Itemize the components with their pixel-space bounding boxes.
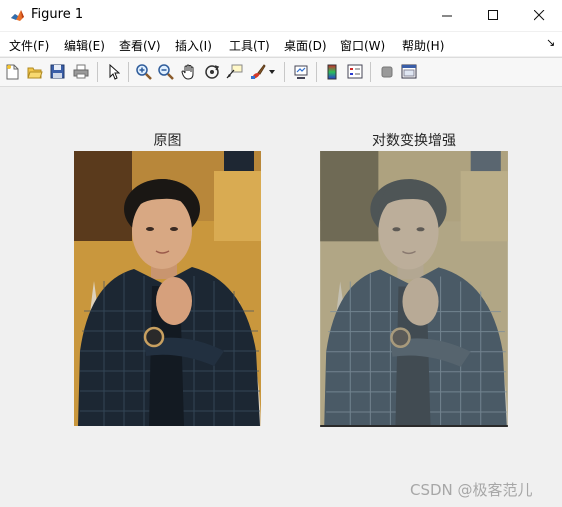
show-plot-tools-icon[interactable] bbox=[400, 63, 417, 80]
save-icon[interactable] bbox=[49, 63, 66, 80]
maximize-icon bbox=[487, 6, 499, 25]
minimize-icon bbox=[441, 6, 453, 25]
menu-bar: 文件(F) 编辑(E) 查看(V) 插入(I) 工具(T) 桌面(D) 窗口(W… bbox=[0, 32, 562, 56]
close-icon bbox=[533, 6, 545, 25]
enhanced-image-title: 对数变换增强 bbox=[372, 133, 456, 149]
menu-help[interactable]: 帮助(H) bbox=[402, 37, 444, 54]
original-image-title: 原图 bbox=[153, 133, 182, 149]
open-file-icon[interactable] bbox=[26, 63, 43, 80]
window-title: Figure 1 bbox=[31, 7, 84, 22]
original-image bbox=[74, 151, 261, 426]
zoom-in-icon[interactable] bbox=[135, 63, 152, 80]
toolbar-separator bbox=[370, 62, 371, 82]
title-bar[interactable]: Figure 1 bbox=[0, 0, 562, 31]
menu-window[interactable]: 窗口(W) bbox=[340, 37, 385, 54]
maximize-button[interactable] bbox=[470, 0, 516, 31]
hide-plot-tools-icon[interactable] bbox=[378, 63, 395, 80]
undock-arrow-icon[interactable]: ↘ bbox=[546, 36, 555, 49]
menu-tools[interactable]: 工具(T) bbox=[229, 37, 270, 54]
print-icon[interactable] bbox=[72, 63, 89, 80]
rotate-3d-icon[interactable] bbox=[203, 63, 220, 80]
brush-icon[interactable] bbox=[249, 63, 266, 80]
pan-hand-icon[interactable] bbox=[180, 63, 197, 80]
minimize-button[interactable] bbox=[424, 0, 470, 31]
link-plot-icon[interactable] bbox=[292, 63, 309, 80]
legend-icon[interactable] bbox=[346, 63, 363, 80]
menu-view[interactable]: 查看(V) bbox=[119, 37, 161, 54]
matlab-logo-icon bbox=[10, 8, 25, 23]
menu-file[interactable]: 文件(F) bbox=[9, 37, 49, 54]
colorbar-icon[interactable] bbox=[323, 63, 340, 80]
new-figure-icon[interactable] bbox=[4, 63, 21, 80]
menu-edit[interactable]: 编辑(E) bbox=[64, 37, 105, 54]
toolbar-separator bbox=[97, 62, 98, 82]
menu-insert[interactable]: 插入(I) bbox=[175, 37, 212, 54]
zoom-out-icon[interactable] bbox=[157, 63, 174, 80]
brush-dropdown-icon[interactable] bbox=[268, 63, 278, 80]
toolbar-separator bbox=[316, 62, 317, 82]
figure-window: Figure 1 文件(F) 编辑(E) 查看(V) 插入(I) 工具(T) 桌… bbox=[0, 0, 562, 507]
close-button[interactable] bbox=[516, 0, 562, 31]
toolbar-separator bbox=[128, 62, 129, 82]
pointer-icon[interactable] bbox=[105, 63, 122, 80]
data-cursor-icon[interactable] bbox=[226, 63, 243, 80]
figure-toolbar bbox=[0, 57, 562, 87]
menu-desktop[interactable]: 桌面(D) bbox=[284, 37, 327, 54]
toolbar-separator bbox=[284, 62, 285, 82]
enhanced-image bbox=[320, 151, 508, 427]
csdn-watermark: CSDN @极客范儿 bbox=[410, 481, 533, 499]
